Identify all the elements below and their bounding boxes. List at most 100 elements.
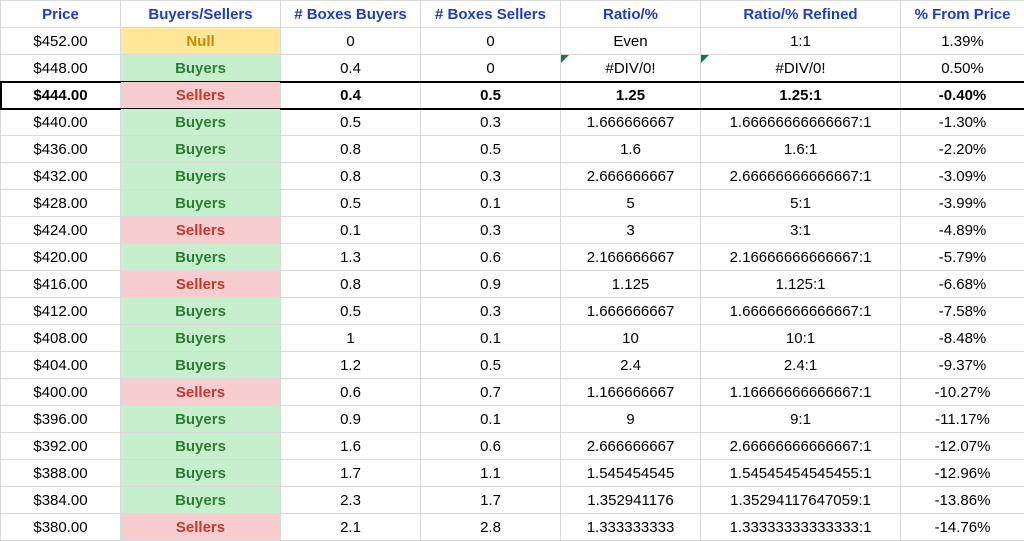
cell-ratio-refined[interactable]: 1.66666666666667:1 bbox=[701, 298, 901, 325]
cell-pct-from-price[interactable]: -2.20% bbox=[901, 136, 1024, 163]
cell-boxes-sellers[interactable]: 0.9 bbox=[421, 271, 561, 298]
cell-pct-from-price[interactable]: 0.50% bbox=[901, 55, 1024, 82]
cell-price[interactable]: $444.00 bbox=[1, 82, 121, 109]
cell-buyers-sellers[interactable]: Buyers bbox=[121, 190, 281, 217]
cell-ratio[interactable]: 9 bbox=[561, 406, 701, 433]
cell-boxes-buyers[interactable]: 0.8 bbox=[281, 163, 421, 190]
cell-buyers-sellers[interactable]: Buyers bbox=[121, 298, 281, 325]
cell-ratio[interactable]: 1.666666667 bbox=[561, 298, 701, 325]
cell-buyers-sellers[interactable]: Null bbox=[121, 28, 281, 55]
cell-ratio-refined[interactable]: 5:1 bbox=[701, 190, 901, 217]
cell-pct-from-price[interactable]: -9.37% bbox=[901, 352, 1024, 379]
cell-boxes-sellers[interactable]: 0.7 bbox=[421, 379, 561, 406]
cell-ratio[interactable]: 10 bbox=[561, 325, 701, 352]
cell-pct-from-price[interactable]: -11.17% bbox=[901, 406, 1024, 433]
cell-price[interactable]: $432.00 bbox=[1, 163, 121, 190]
cell-ratio[interactable]: 1.25 bbox=[561, 82, 701, 109]
cell-price[interactable]: $384.00 bbox=[1, 487, 121, 514]
cell-boxes-sellers[interactable]: 0.1 bbox=[421, 406, 561, 433]
cell-buyers-sellers[interactable]: Buyers bbox=[121, 55, 281, 82]
cell-buyers-sellers[interactable]: Buyers bbox=[121, 109, 281, 136]
cell-boxes-buyers[interactable]: 0.1 bbox=[281, 217, 421, 244]
cell-buyers-sellers[interactable]: Sellers bbox=[121, 514, 281, 541]
cell-boxes-buyers[interactable]: 0.5 bbox=[281, 190, 421, 217]
cell-buyers-sellers[interactable]: Buyers bbox=[121, 487, 281, 514]
cell-ratio-refined[interactable]: 3:1 bbox=[701, 217, 901, 244]
cell-boxes-sellers[interactable]: 1.7 bbox=[421, 487, 561, 514]
cell-ratio[interactable]: 3 bbox=[561, 217, 701, 244]
cell-pct-from-price[interactable]: -5.79% bbox=[901, 244, 1024, 271]
cell-boxes-buyers[interactable]: 0.4 bbox=[281, 55, 421, 82]
cell-price[interactable]: $420.00 bbox=[1, 244, 121, 271]
cell-boxes-sellers[interactable]: 0.1 bbox=[421, 325, 561, 352]
cell-pct-from-price[interactable]: -12.96% bbox=[901, 460, 1024, 487]
cell-pct-from-price[interactable]: -8.48% bbox=[901, 325, 1024, 352]
cell-price[interactable]: $424.00 bbox=[1, 217, 121, 244]
cell-price[interactable]: $392.00 bbox=[1, 433, 121, 460]
cell-ratio[interactable]: 2.4 bbox=[561, 352, 701, 379]
cell-boxes-sellers[interactable]: 0.6 bbox=[421, 244, 561, 271]
cell-buyers-sellers[interactable]: Buyers bbox=[121, 244, 281, 271]
cell-boxes-buyers[interactable]: 0.5 bbox=[281, 298, 421, 325]
cell-ratio[interactable]: 5 bbox=[561, 190, 701, 217]
cell-ratio-refined[interactable]: 1.33333333333333:1 bbox=[701, 514, 901, 541]
cell-ratio-refined[interactable]: 1.66666666666667:1 bbox=[701, 109, 901, 136]
cell-ratio[interactable]: 1.166666667 bbox=[561, 379, 701, 406]
cell-price[interactable]: $404.00 bbox=[1, 352, 121, 379]
cell-price[interactable]: $380.00 bbox=[1, 514, 121, 541]
cell-boxes-buyers[interactable]: 0.9 bbox=[281, 406, 421, 433]
cell-ratio-refined[interactable]: 9:1 bbox=[701, 406, 901, 433]
cell-boxes-buyers[interactable]: 0 bbox=[281, 28, 421, 55]
cell-ratio[interactable]: 1.666666667 bbox=[561, 109, 701, 136]
cell-buyers-sellers[interactable]: Buyers bbox=[121, 352, 281, 379]
cell-ratio-refined[interactable]: 1.25:1 bbox=[701, 82, 901, 109]
cell-price[interactable]: $416.00 bbox=[1, 271, 121, 298]
cell-boxes-buyers[interactable]: 1.3 bbox=[281, 244, 421, 271]
cell-pct-from-price[interactable]: -6.68% bbox=[901, 271, 1024, 298]
cell-price[interactable]: $448.00 bbox=[1, 55, 121, 82]
cell-price[interactable]: $436.00 bbox=[1, 136, 121, 163]
cell-ratio-refined[interactable]: 1.54545454545455:1 bbox=[701, 460, 901, 487]
cell-pct-from-price[interactable]: -14.76% bbox=[901, 514, 1024, 541]
cell-ratio-refined[interactable]: #DIV/0! bbox=[701, 55, 901, 82]
cell-buyers-sellers[interactable]: Buyers bbox=[121, 136, 281, 163]
cell-boxes-buyers[interactable]: 2.3 bbox=[281, 487, 421, 514]
cell-pct-from-price[interactable]: -3.09% bbox=[901, 163, 1024, 190]
cell-ratio-refined[interactable]: 1.6:1 bbox=[701, 136, 901, 163]
cell-boxes-sellers[interactable]: 0.5 bbox=[421, 136, 561, 163]
cell-pct-from-price[interactable]: -13.86% bbox=[901, 487, 1024, 514]
cell-price[interactable]: $388.00 bbox=[1, 460, 121, 487]
cell-price[interactable]: $412.00 bbox=[1, 298, 121, 325]
cell-boxes-sellers[interactable]: 0.3 bbox=[421, 109, 561, 136]
col-pct-from-price[interactable]: % From Price bbox=[901, 1, 1024, 28]
cell-ratio[interactable]: 1.333333333 bbox=[561, 514, 701, 541]
cell-pct-from-price[interactable]: -4.89% bbox=[901, 217, 1024, 244]
cell-ratio-refined[interactable]: 1.16666666666667:1 bbox=[701, 379, 901, 406]
cell-boxes-sellers[interactable]: 0.3 bbox=[421, 217, 561, 244]
cell-boxes-buyers[interactable]: 2.1 bbox=[281, 514, 421, 541]
cell-pct-from-price[interactable]: -12.07% bbox=[901, 433, 1024, 460]
col-boxes-buyers[interactable]: # Boxes Buyers bbox=[281, 1, 421, 28]
cell-ratio[interactable]: Even bbox=[561, 28, 701, 55]
cell-pct-from-price[interactable]: -1.30% bbox=[901, 109, 1024, 136]
cell-boxes-buyers[interactable]: 0.8 bbox=[281, 136, 421, 163]
col-ratio[interactable]: Ratio/% bbox=[561, 1, 701, 28]
cell-ratio[interactable]: 2.166666667 bbox=[561, 244, 701, 271]
cell-ratio[interactable]: 2.666666667 bbox=[561, 433, 701, 460]
cell-buyers-sellers[interactable]: Buyers bbox=[121, 325, 281, 352]
cell-price[interactable]: $428.00 bbox=[1, 190, 121, 217]
cell-buyers-sellers[interactable]: Sellers bbox=[121, 217, 281, 244]
cell-boxes-sellers[interactable]: 0.3 bbox=[421, 163, 561, 190]
cell-price[interactable]: $408.00 bbox=[1, 325, 121, 352]
cell-ratio[interactable]: 1.545454545 bbox=[561, 460, 701, 487]
col-price[interactable]: Price bbox=[1, 1, 121, 28]
cell-boxes-buyers[interactable]: 0.6 bbox=[281, 379, 421, 406]
cell-price[interactable]: $396.00 bbox=[1, 406, 121, 433]
cell-ratio-refined[interactable]: 1.125:1 bbox=[701, 271, 901, 298]
cell-boxes-sellers[interactable]: 0.3 bbox=[421, 298, 561, 325]
cell-boxes-buyers[interactable]: 1.2 bbox=[281, 352, 421, 379]
cell-pct-from-price[interactable]: -0.40% bbox=[901, 82, 1024, 109]
cell-boxes-sellers[interactable]: 1.1 bbox=[421, 460, 561, 487]
cell-ratio-refined[interactable]: 1.35294117647059:1 bbox=[701, 487, 901, 514]
cell-buyers-sellers[interactable]: Buyers bbox=[121, 433, 281, 460]
